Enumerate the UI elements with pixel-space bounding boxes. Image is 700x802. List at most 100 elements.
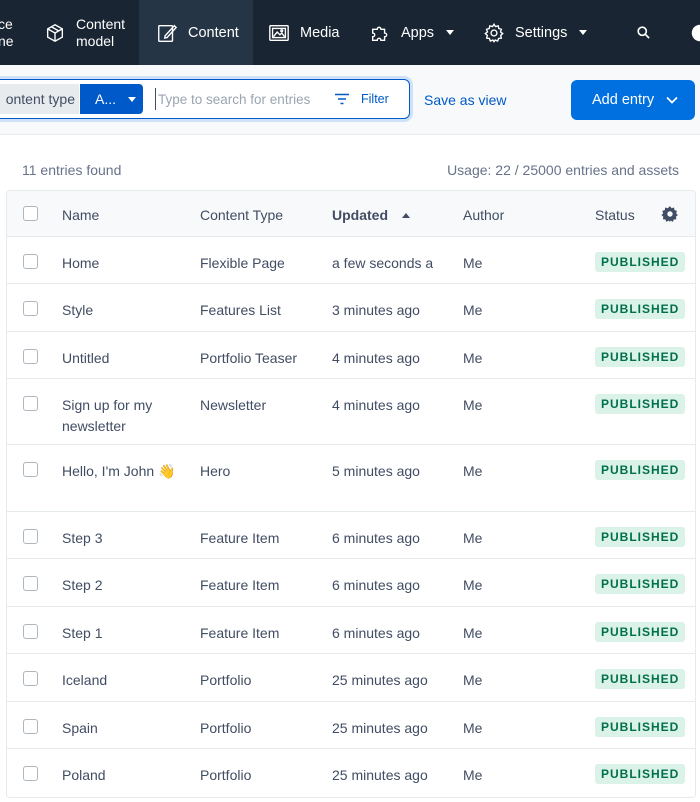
save-as-view-link[interactable]: Save as view	[424, 92, 506, 108]
row-checkbox[interactable]	[23, 671, 38, 686]
nav-help-button[interactable]	[691, 0, 700, 65]
cube-icon	[46, 23, 64, 42]
table-row[interactable]: Sign up for my newsletter Newsletter 4 m…	[7, 379, 695, 445]
row-checkbox[interactable]	[23, 301, 38, 316]
entry-content-type: Portfolio	[200, 672, 252, 688]
add-entry-button[interactable]: Add entry	[571, 80, 695, 120]
nav-item-settings[interactable]: Settings	[483, 0, 588, 65]
search-input[interactable]	[155, 88, 325, 110]
table-row[interactable]: Step 3 Feature Item 6 minutes ago Me PUB…	[7, 512, 695, 559]
select-all-checkbox[interactable]	[23, 206, 38, 221]
column-header-content-type[interactable]: Content Type	[200, 207, 283, 223]
table-row[interactable]: Spain Portfolio 25 minutes ago Me PUBLIS…	[7, 702, 695, 749]
filter-button[interactable]: Filter	[335, 86, 389, 112]
table-row[interactable]: Step 1 Feature Item 6 minutes ago Me PUB…	[7, 607, 695, 654]
status-badge: PUBLISHED	[595, 252, 686, 272]
entry-name[interactable]: Step 1	[62, 623, 182, 644]
column-header-status[interactable]: Status	[595, 207, 635, 223]
chevron-down-icon	[666, 96, 678, 104]
search-icon	[637, 26, 650, 39]
row-checkbox[interactable]	[23, 624, 38, 639]
column-header-author[interactable]: Author	[463, 207, 504, 223]
nav-label-settings: Settings	[515, 24, 568, 41]
entry-content-type: Newsletter	[200, 397, 267, 413]
puzzle-icon	[371, 26, 388, 41]
column-header-updated[interactable]: Updated	[332, 207, 410, 223]
row-checkbox[interactable]	[23, 529, 38, 544]
entry-updated: 6 minutes ago	[332, 530, 420, 546]
entry-author: Me	[463, 767, 483, 783]
entry-name[interactable]: Untitled	[62, 348, 182, 369]
entry-name[interactable]: Spain	[62, 718, 182, 739]
table-row[interactable]: Step 2 Feature Item 6 minutes ago Me PUB…	[7, 559, 695, 607]
nav-partial-label-line2: ne	[0, 32, 14, 49]
entry-author: Me	[463, 530, 483, 546]
entry-content-type: Flexible Page	[200, 255, 285, 271]
row-checkbox[interactable]	[23, 396, 38, 411]
nav-label-apps: Apps	[401, 24, 435, 41]
content-type-filter-label[interactable]: ontent type	[0, 84, 79, 114]
chevron-down-icon	[446, 30, 455, 35]
column-header-updated-label: Updated	[332, 207, 388, 223]
entry-author: Me	[463, 397, 483, 413]
status-badge: PUBLISHED	[595, 574, 686, 594]
nav-item-media[interactable]: Media	[268, 0, 340, 65]
filter-icon	[335, 93, 349, 105]
entry-content-type: Hero	[200, 463, 231, 479]
entry-name[interactable]: Sign up for my newsletter	[62, 395, 182, 437]
table-row[interactable]: Iceland Portfolio 25 minutes ago Me PUBL…	[7, 654, 695, 702]
column-header-name[interactable]: Name	[62, 207, 99, 223]
entry-content-type: Feature Item	[200, 530, 280, 546]
content-type-filter-dropdown[interactable]: A...	[80, 84, 143, 114]
entry-name[interactable]: Step 2	[62, 575, 182, 596]
entry-updated: 25 minutes ago	[332, 720, 428, 736]
entry-author: Me	[463, 625, 483, 641]
entry-name[interactable]: Home	[62, 253, 182, 274]
table-row[interactable]: Untitled Portfolio Teaser 4 minutes ago …	[7, 332, 695, 379]
table-row[interactable]: Style Features List 3 minutes ago Me PUB…	[7, 284, 695, 332]
entry-name[interactable]: Poland	[62, 765, 182, 786]
entry-author: Me	[463, 302, 483, 318]
nav-label-content-model-2: model	[76, 32, 115, 49]
edit-icon	[158, 24, 178, 42]
chevron-down-icon	[579, 30, 588, 35]
row-checkbox[interactable]	[23, 349, 38, 364]
filter-button-label: Filter	[361, 92, 389, 106]
nav-item-content-model[interactable]: Content model	[32, 0, 139, 65]
nav-item-apps[interactable]: Apps	[369, 0, 455, 65]
entry-content-type: Portfolio Teaser	[200, 350, 298, 366]
entry-name[interactable]: Hello, I'm John 👋	[62, 461, 182, 482]
entry-updated: 4 minutes ago	[332, 397, 420, 413]
entry-name[interactable]: Step 3	[62, 528, 182, 549]
entry-author: Me	[463, 577, 483, 593]
nav-partial-label-line1: ce	[0, 15, 13, 32]
entry-name[interactable]: Style	[62, 300, 182, 321]
add-entry-button-label: Add entry	[592, 92, 655, 108]
nav-search-button[interactable]	[636, 0, 651, 65]
row-checkbox[interactable]	[23, 462, 38, 477]
status-badge: PUBLISHED	[595, 764, 686, 784]
nav-item-content[interactable]: Content	[139, 0, 253, 65]
table-row[interactable]: Home Flexible Page a few seconds ago Me …	[7, 237, 695, 284]
search-bar: ontent type A... Filter	[0, 79, 410, 119]
status-badge: PUBLISHED	[595, 669, 686, 689]
table-row[interactable]: Hello, I'm John 👋 Hero 5 minutes ago Me …	[7, 445, 695, 512]
status-badge: PUBLISHED	[595, 527, 686, 547]
status-badge: PUBLISHED	[595, 717, 686, 737]
entry-name[interactable]: Iceland	[62, 670, 182, 691]
entry-content-type: Feature Item	[200, 577, 280, 593]
nav-item-space-home[interactable]: ce ne	[0, 0, 14, 65]
table-row[interactable]: Poland Portfolio 25 minutes ago Me PUBLI…	[7, 749, 695, 797]
row-checkbox[interactable]	[23, 719, 38, 734]
row-checkbox[interactable]	[23, 766, 38, 781]
entry-author: Me	[463, 720, 483, 736]
usage-indicator: Usage: 22 / 25000 entries and assets	[447, 162, 679, 178]
entry-author: Me	[463, 350, 483, 366]
entry-content-type: Portfolio	[200, 767, 252, 783]
row-checkbox[interactable]	[23, 576, 38, 591]
column-settings-gear-icon[interactable]	[661, 205, 679, 223]
content-type-filter-value: A...	[95, 91, 117, 107]
status-badge: PUBLISHED	[595, 394, 686, 414]
status-badge: PUBLISHED	[595, 460, 686, 480]
row-checkbox[interactable]	[23, 254, 38, 269]
